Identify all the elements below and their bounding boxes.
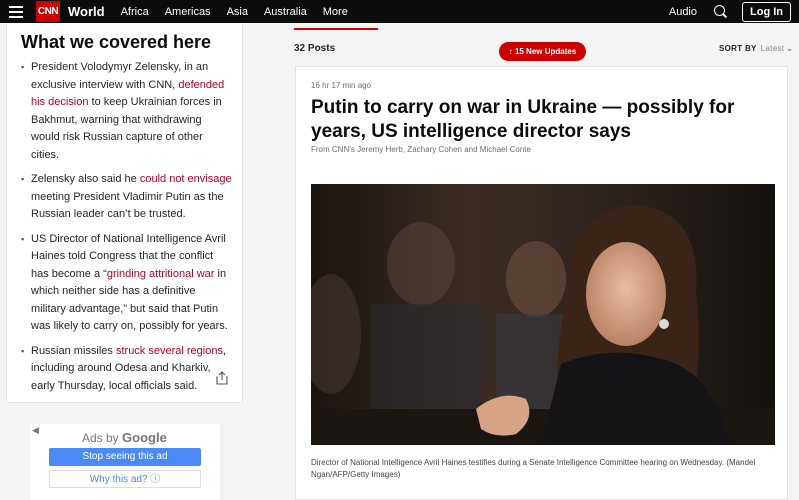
sort-value: Latest	[760, 44, 785, 53]
nav-link-asia[interactable]: Asia	[227, 6, 248, 18]
google-label: Google	[122, 430, 167, 445]
covered-list: President Volodymyr Zelensky, in an excl…	[21, 59, 233, 402]
bullet-text: meeting President Vladimir Putin as the …	[31, 190, 224, 221]
what-we-covered-card: What we covered here President Volodymyr…	[6, 23, 243, 403]
ads-by-label: Ads by	[82, 431, 119, 445]
active-tab-indicator	[294, 28, 378, 30]
nav-right: Audio Log In	[669, 0, 799, 23]
post-photo[interactable]	[311, 184, 775, 445]
search-icon[interactable]	[714, 4, 728, 19]
post-card: 16 hr 17 min ago Putin to carry on war i…	[295, 66, 788, 500]
bullet-text: Russian missiles	[31, 344, 116, 357]
post-timestamp: 16 hr 17 min ago	[311, 81, 372, 90]
live-feed: 32 Posts ↑ 15 New Updates SORT BY Latest ⌄…	[258, 23, 799, 500]
covered-item: Russian missiles struck several regions,…	[21, 343, 233, 396]
bullet-text: Zelensky also said he	[31, 173, 140, 185]
why-this-ad-button[interactable]: Why this ad? ⓘ	[49, 470, 201, 488]
bullet-link[interactable]: could not envisage	[140, 173, 232, 185]
nav-link-africa[interactable]: Africa	[121, 6, 149, 18]
ad-back-icon[interactable]: ◀	[32, 425, 39, 436]
post-headline[interactable]: Putin to carry on war in Ukraine — possi…	[311, 96, 781, 144]
sort-by-label: SORT BY	[719, 44, 757, 53]
section-title[interactable]: World	[68, 4, 105, 19]
nav-link-more[interactable]: More	[323, 6, 348, 18]
covered-item: President Volodymyr Zelensky, in an excl…	[21, 59, 233, 164]
stop-seeing-ad-button[interactable]: Stop seeing this ad	[49, 448, 201, 466]
ads-by-google: Ads by Google	[82, 430, 167, 445]
posts-count: 32 Posts	[294, 43, 336, 54]
menu-icon[interactable]	[9, 5, 23, 18]
nav-link-americas[interactable]: Americas	[165, 6, 211, 18]
top-nav: CNN World Africa Americas Asia Australia…	[0, 0, 799, 23]
login-button[interactable]: Log In	[742, 1, 791, 22]
share-icon[interactable]	[216, 371, 228, 385]
new-updates-button[interactable]: ↑ 15 New Updates	[499, 42, 586, 61]
audio-link[interactable]: Audio	[669, 6, 697, 18]
photo-caption: Director of National Intelligence Avril …	[311, 458, 756, 479]
bullet-link[interactable]: grinding attritional war	[107, 268, 215, 280]
ad-unit: ◀ Ads by Google Stop seeing this ad Why …	[30, 424, 220, 500]
new-updates-label: 15 New Updates	[514, 47, 577, 56]
sort-by-control[interactable]: SORT BY Latest ⌄	[719, 44, 793, 53]
covered-item: US Director of National Intelligence Avr…	[21, 231, 233, 336]
nav-link-australia[interactable]: Australia	[264, 6, 307, 18]
covered-item: Zelensky also said he could not envisage…	[21, 171, 233, 224]
chevron-down-icon: ⌄	[786, 44, 794, 53]
post-byline: From CNN’s Jeremy Herb, Zachary Cohen an…	[311, 145, 531, 154]
cnn-logo[interactable]: CNN	[36, 1, 60, 22]
bullet-link[interactable]: struck several regions	[116, 345, 223, 357]
info-icon: ⓘ	[150, 474, 161, 485]
covered-title: What we covered here	[21, 32, 212, 52]
why-label: Why this ad?	[89, 474, 148, 485]
